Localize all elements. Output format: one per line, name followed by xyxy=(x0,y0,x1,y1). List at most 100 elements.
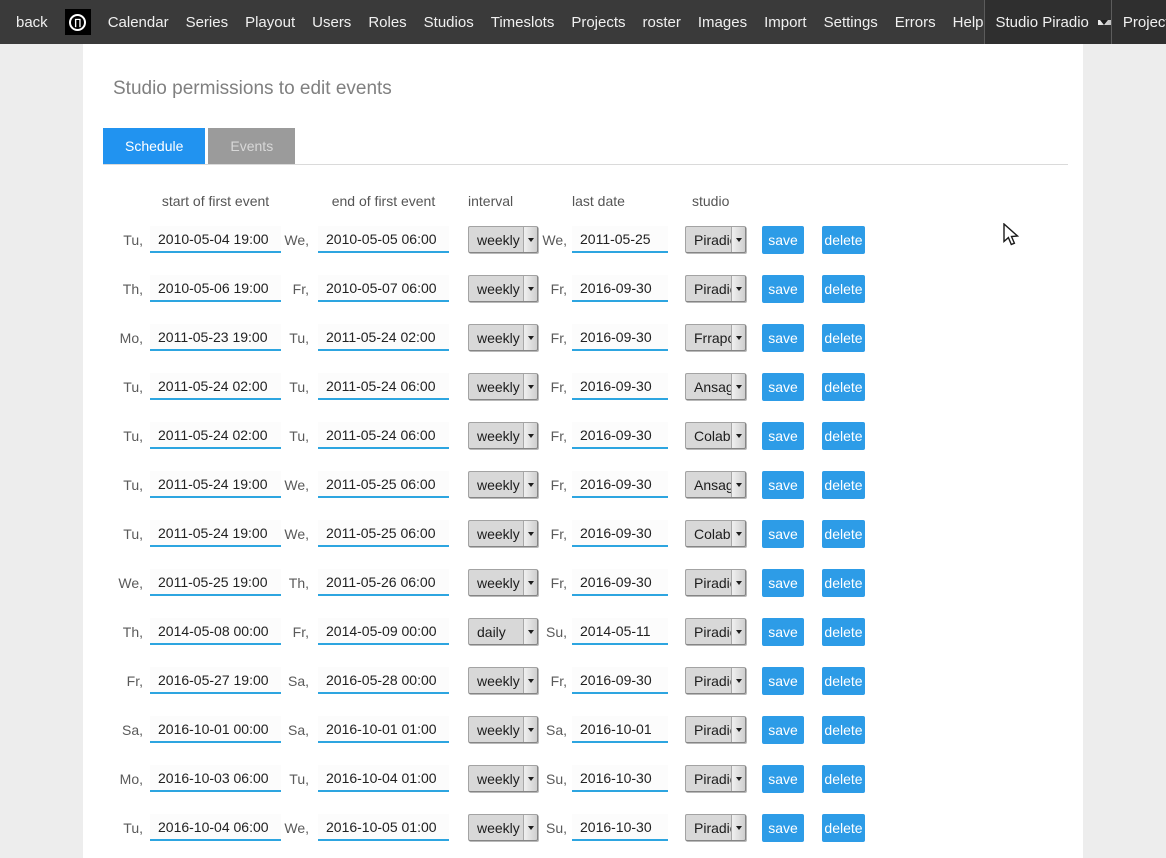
start-datetime-input[interactable] xyxy=(150,471,281,498)
save-button[interactable]: save xyxy=(762,814,804,842)
interval-select[interactable]: weekly xyxy=(468,716,538,743)
interval-select[interactable]: daily xyxy=(468,618,538,645)
nav-item-errors[interactable]: Errors xyxy=(895,14,936,31)
end-datetime-input[interactable] xyxy=(318,716,449,743)
studio-select[interactable]: Piradio xyxy=(685,226,746,253)
delete-button[interactable]: delete xyxy=(822,667,865,695)
start-datetime-input[interactable] xyxy=(150,716,281,743)
nav-item-studios[interactable]: Studios xyxy=(424,14,474,31)
interval-select[interactable]: weekly xyxy=(468,667,538,694)
nav-item-series[interactable]: Series xyxy=(186,14,229,31)
project-dropdown[interactable]: Project 88vier xyxy=(1111,0,1166,44)
end-datetime-input[interactable] xyxy=(318,667,449,694)
last-date-input[interactable] xyxy=(572,765,668,792)
start-datetime-input[interactable] xyxy=(150,618,281,645)
interval-select[interactable]: weekly xyxy=(468,373,538,400)
save-button[interactable]: save xyxy=(762,275,804,303)
delete-button[interactable]: delete xyxy=(822,569,865,597)
start-datetime-input[interactable] xyxy=(150,667,281,694)
delete-button[interactable]: delete xyxy=(822,324,865,352)
end-datetime-input[interactable] xyxy=(318,422,449,449)
end-datetime-input[interactable] xyxy=(318,226,449,253)
interval-select[interactable]: weekly xyxy=(468,226,538,253)
save-button[interactable]: save xyxy=(762,422,804,450)
nav-item-settings[interactable]: Settings xyxy=(824,14,878,31)
nav-item-back[interactable]: back xyxy=(16,14,48,31)
studio-select[interactable]: Colabo xyxy=(685,422,746,449)
end-datetime-input[interactable] xyxy=(318,618,449,645)
start-datetime-input[interactable] xyxy=(150,569,281,596)
nav-item-import[interactable]: Import xyxy=(764,14,807,31)
delete-button[interactable]: delete xyxy=(822,275,865,303)
studio-select[interactable]: Piradio xyxy=(685,765,746,792)
end-datetime-input[interactable] xyxy=(318,765,449,792)
end-datetime-input[interactable] xyxy=(318,373,449,400)
end-datetime-input[interactable] xyxy=(318,814,449,841)
last-date-input[interactable] xyxy=(572,226,668,253)
end-datetime-input[interactable] xyxy=(318,275,449,302)
delete-button[interactable]: delete xyxy=(822,471,865,499)
delete-button[interactable]: delete xyxy=(822,373,865,401)
save-button[interactable]: save xyxy=(762,520,804,548)
start-datetime-input[interactable] xyxy=(150,765,281,792)
end-datetime-input[interactable] xyxy=(318,324,449,351)
save-button[interactable]: save xyxy=(762,716,804,744)
start-datetime-input[interactable] xyxy=(150,373,281,400)
studio-select[interactable]: Frrapo xyxy=(685,324,746,351)
nav-item-users[interactable]: Users xyxy=(312,14,351,31)
nav-item-projects[interactable]: Projects xyxy=(571,14,625,31)
last-date-input[interactable] xyxy=(572,716,668,743)
nav-item-help[interactable]: Help xyxy=(953,14,984,31)
save-button[interactable]: save xyxy=(762,471,804,499)
studio-select[interactable]: Ansage xyxy=(685,471,746,498)
start-datetime-input[interactable] xyxy=(150,814,281,841)
nav-item-timeslots[interactable]: Timeslots xyxy=(491,14,555,31)
studio-select[interactable]: Piradio xyxy=(685,667,746,694)
interval-select[interactable]: weekly xyxy=(468,324,538,351)
last-date-input[interactable] xyxy=(572,275,668,302)
last-date-input[interactable] xyxy=(572,618,668,645)
delete-button[interactable]: delete xyxy=(822,618,865,646)
nav-item-playout[interactable]: Playout xyxy=(245,14,295,31)
studio-select[interactable]: Colabo xyxy=(685,520,746,547)
start-datetime-input[interactable] xyxy=(150,324,281,351)
last-date-input[interactable] xyxy=(572,471,668,498)
delete-button[interactable]: delete xyxy=(822,226,865,254)
studio-select[interactable]: Piradio xyxy=(685,716,746,743)
delete-button[interactable]: delete xyxy=(822,520,865,548)
save-button[interactable]: save xyxy=(762,373,804,401)
delete-button[interactable]: delete xyxy=(822,422,865,450)
interval-select[interactable]: weekly xyxy=(468,471,538,498)
save-button[interactable]: save xyxy=(762,569,804,597)
nav-item-roles[interactable]: Roles xyxy=(368,14,406,31)
interval-select[interactable]: weekly xyxy=(468,275,538,302)
interval-select[interactable]: weekly xyxy=(468,814,538,841)
chevron-down-icon[interactable] xyxy=(1098,20,1111,25)
studio-select[interactable]: Piradio xyxy=(685,618,746,645)
studio-select[interactable]: Piradio xyxy=(685,814,746,841)
end-datetime-input[interactable] xyxy=(318,520,449,547)
save-button[interactable]: save xyxy=(762,618,804,646)
interval-select[interactable]: weekly xyxy=(468,569,538,596)
nav-item-images[interactable]: Images xyxy=(698,14,747,31)
studio-select[interactable]: Piradio xyxy=(685,569,746,596)
nav-item-calendar[interactable]: Calendar xyxy=(108,14,169,31)
last-date-input[interactable] xyxy=(572,667,668,694)
start-datetime-input[interactable] xyxy=(150,422,281,449)
start-datetime-input[interactable] xyxy=(150,226,281,253)
tab-schedule[interactable]: Schedule xyxy=(103,128,205,164)
save-button[interactable]: save xyxy=(762,667,804,695)
end-datetime-input[interactable] xyxy=(318,471,449,498)
interval-select[interactable]: weekly xyxy=(468,765,538,792)
last-date-input[interactable] xyxy=(572,814,668,841)
studio-select[interactable]: Ansage xyxy=(685,373,746,400)
nav-item-roster[interactable]: roster xyxy=(643,14,681,31)
studio-select[interactable]: Piradio xyxy=(685,275,746,302)
last-date-input[interactable] xyxy=(572,373,668,400)
tab-events[interactable]: Events xyxy=(208,128,295,164)
last-date-input[interactable] xyxy=(572,324,668,351)
last-date-input[interactable] xyxy=(572,422,668,449)
start-datetime-input[interactable] xyxy=(150,520,281,547)
start-datetime-input[interactable] xyxy=(150,275,281,302)
piradio-logo-icon[interactable]: ∏ xyxy=(65,9,91,35)
